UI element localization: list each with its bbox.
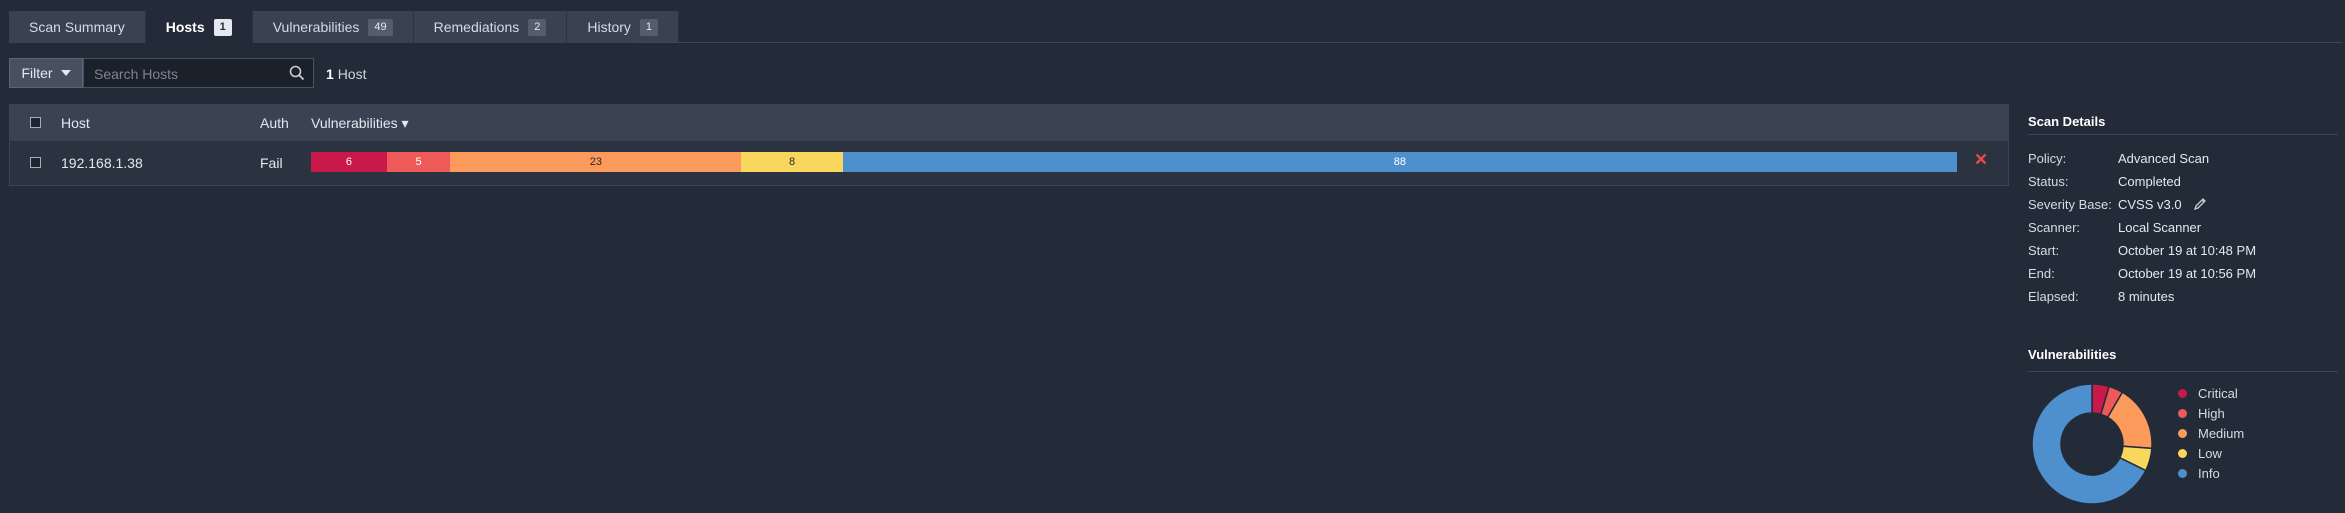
legend-dot [2178,389,2187,398]
scan-details-title: Scan Details [2028,114,2106,129]
severity-segment-low[interactable]: 8 [741,152,843,172]
tab-count-badge: 1 [213,18,232,36]
edit-pencil-icon[interactable] [2193,197,2207,216]
tab-vulnerabilities[interactable]: Vulnerabilities 49 [252,11,414,43]
host-count-number: 1 [326,66,334,82]
column-header-vulnerabilities[interactable]: Vulnerabilities ▾ [311,115,409,132]
detail-value-severity-base: CVSS v3.0 [2118,197,2182,212]
detail-value-policy: Advanced Scan [2118,151,2210,166]
detail-label-start: Start: [2028,243,2060,258]
caret-down-icon [60,70,71,76]
legend-label: Info [2198,466,2220,481]
host-ip[interactable]: 192.168.1.38 [61,155,143,171]
tab-label: Vulnerabilities [272,19,360,35]
hosts-table: Host Auth Vulnerabilities ▾ 192.168.1.38… [9,104,2009,186]
tab-divider [634,42,2342,43]
detail-label-severity-base: Severity Base: [2028,197,2112,212]
tab-history[interactable]: History 1 [567,11,680,43]
auth-status: Fail [260,155,283,171]
tab-count-badge: 1 [639,18,659,36]
select-all-checkbox[interactable] [30,117,41,128]
tab-count-badge: 49 [368,18,393,36]
legend-label: High [2198,406,2225,421]
legend-label: Critical [2198,386,2238,401]
severity-segment-critical[interactable]: 6 [311,152,387,172]
filter-button[interactable]: Filter [9,58,83,88]
column-header-auth[interactable]: Auth [260,115,289,131]
vulnerability-severity-bar[interactable]: 6 5 23 8 88 [311,152,1957,172]
host-count-label: Host [337,66,367,82]
tab-label: Scan Summary [29,19,125,35]
detail-label-policy: Policy: [2028,151,2067,166]
legend-dot [2178,429,2187,438]
vulnerabilities-panel-title: Vulnerabilities [2028,347,2117,362]
table-header: Host Auth Vulnerabilities ▾ [10,105,2008,141]
tab-scan-summary[interactable]: Scan Summary [9,11,146,43]
vulnerability-donut-chart[interactable] [2030,382,2154,506]
remove-host-icon[interactable] [1975,152,1987,170]
severity-segment-medium[interactable]: 23 [450,152,742,172]
tab-bar: Scan Summary Hosts 1 Vulnerabilities 49 … [9,11,680,43]
detail-value-status: Completed [2118,174,2181,189]
filter-label: Filter [21,65,53,81]
legend-item-low: Low [2178,446,2222,461]
legend-item-medium: Medium [2178,426,2244,441]
search-box [83,58,314,89]
search-input[interactable] [92,59,276,89]
detail-value-end: October 19 at 10:56 PM [2118,266,2257,281]
legend-dot [2178,469,2187,478]
table-row[interactable]: 192.168.1.38 Fail 6 5 23 8 88 [10,141,2008,185]
detail-label-end: End: [2028,266,2055,281]
legend-item-high: High [2178,406,2225,421]
detail-value-start: October 19 at 10:48 PM [2118,243,2257,258]
detail-label-elapsed: Elapsed: [2028,289,2079,304]
tab-count-badge: 2 [528,18,547,36]
severity-segment-info[interactable]: 88 [842,152,1957,172]
tab-label: Remediations [433,19,520,35]
column-header-host[interactable]: Host [61,115,90,131]
legend-item-critical: Critical [2178,386,2238,401]
scan-details-divider [2028,134,2338,135]
tab-label: Hosts [165,19,205,35]
tab-hosts[interactable]: Hosts 1 [145,11,253,43]
tab-remediations[interactable]: Remediations 2 [413,11,568,43]
host-count: 1 Host [326,66,366,82]
detail-label-scanner: Scanner: [2028,220,2081,235]
legend-dot [2178,409,2187,418]
detail-value-scanner: Local Scanner [2118,220,2202,235]
vulnerabilities-panel-divider [2028,371,2338,372]
detail-value-elapsed: 8 minutes [2118,289,2175,304]
severity-segment-high[interactable]: 5 [386,152,451,172]
legend-item-info: Info [2178,466,2220,481]
legend-label: Medium [2198,426,2245,441]
row-checkbox[interactable] [30,157,41,168]
tab-label: History [587,19,631,35]
legend-dot [2178,449,2187,458]
search-icon[interactable] [289,65,305,86]
detail-label-status: Status: [2028,174,2069,189]
legend-label: Low [2198,446,2222,461]
